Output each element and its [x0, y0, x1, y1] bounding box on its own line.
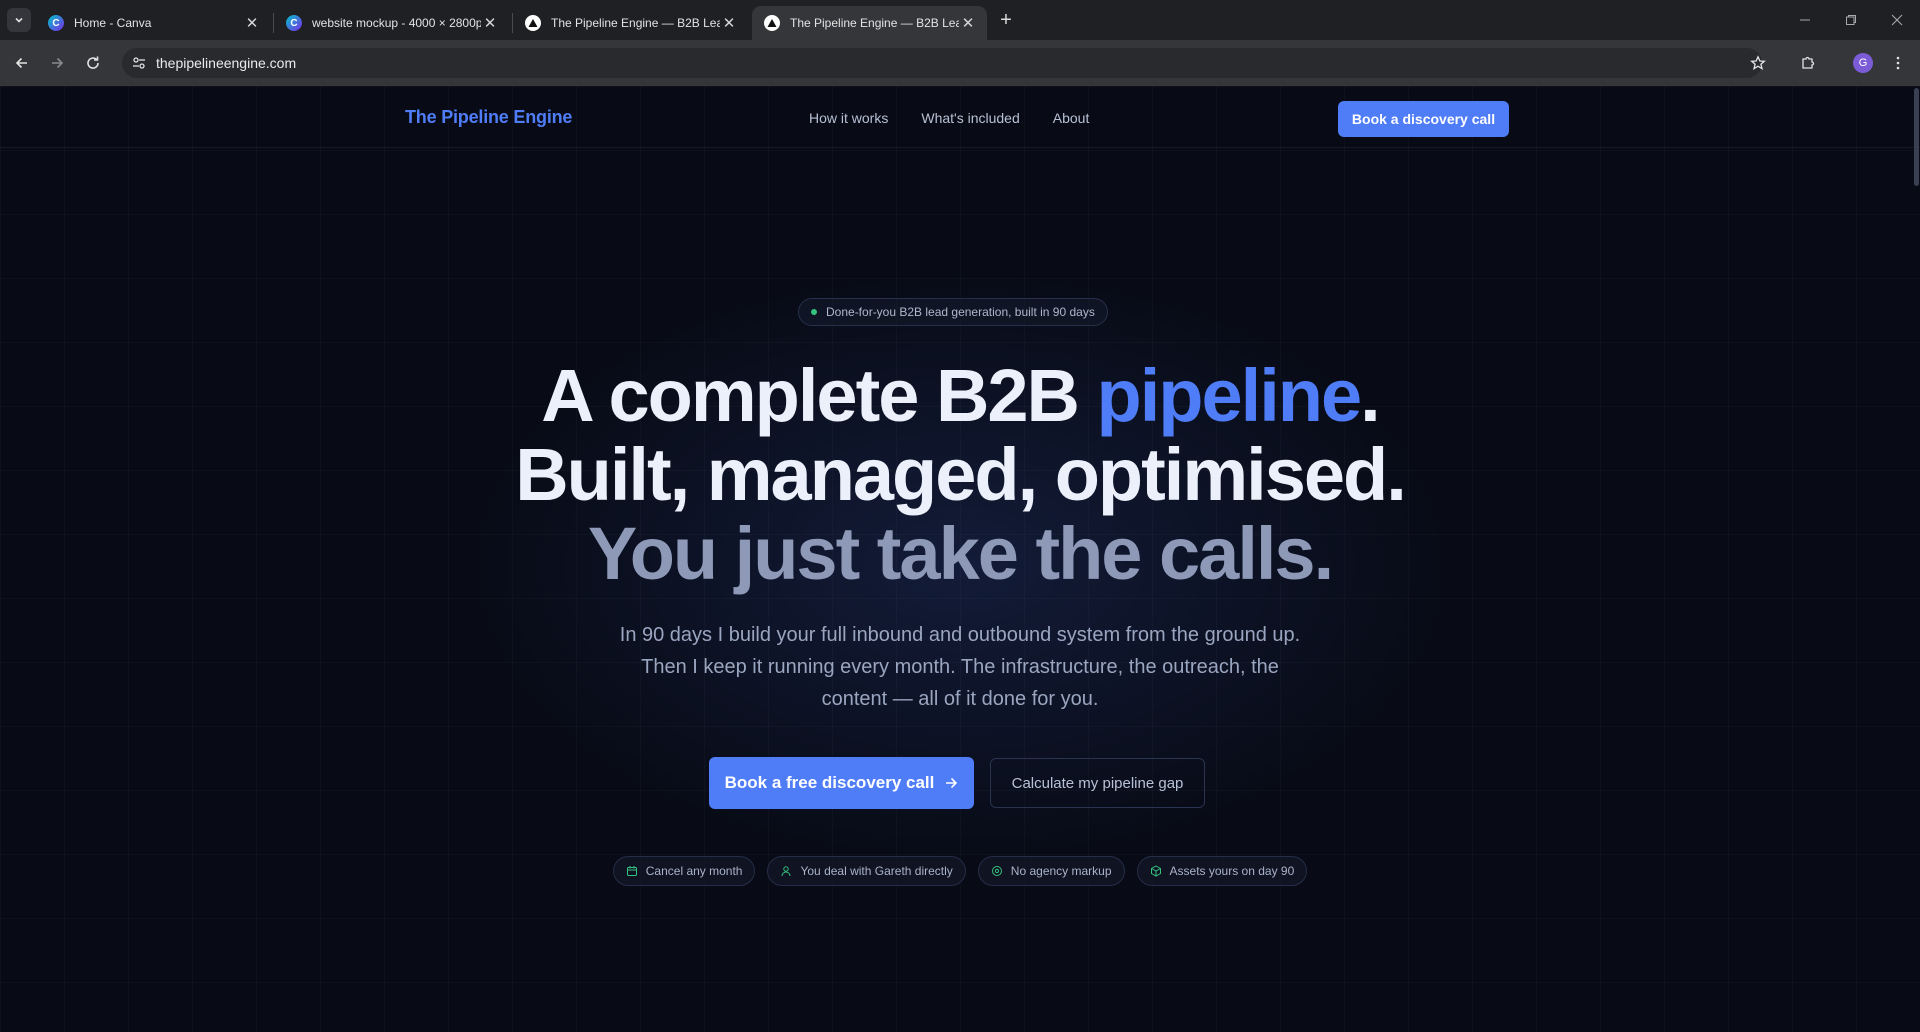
- puzzle-icon: [1802, 56, 1815, 69]
- close-icon: [1891, 14, 1903, 26]
- minimize-icon: [1800, 19, 1810, 21]
- badge-assets-yours: Assets yours on day 90: [1136, 856, 1308, 886]
- triangle-icon: [764, 15, 780, 31]
- tab-title: The Pipeline Engine — B2B Lead: [790, 16, 959, 30]
- triangle-icon: [525, 15, 541, 31]
- tab-title: The Pipeline Engine — B2B Lead: [551, 16, 720, 30]
- badge-label: Assets yours on day 90: [1169, 864, 1295, 878]
- star-icon: [1750, 55, 1766, 70]
- page-scrollbar[interactable]: [1912, 86, 1920, 1032]
- book-free-discovery-call-button[interactable]: Book a free discovery call: [709, 757, 974, 809]
- reload-icon: [87, 56, 99, 69]
- restore-button[interactable]: [1836, 8, 1866, 32]
- site-header: The Pipeline Engine How it works What's …: [0, 86, 1920, 148]
- badge-label: Cancel any month: [645, 864, 743, 878]
- more-vertical-icon: [1896, 56, 1900, 70]
- eyebrow-text: Done-for-you B2B lead generation, built …: [826, 305, 1095, 319]
- headline-line-3: You just take the calls.: [587, 512, 1334, 595]
- headline-line-2: Built, managed, optimised.: [515, 433, 1407, 516]
- cta-label: Book a free discovery call: [724, 773, 935, 792]
- canva-icon: C: [286, 15, 302, 31]
- trust-badges: Cancel any month You deal with Gareth di…: [0, 856, 1920, 886]
- badge-label: No agency markup: [1010, 864, 1112, 878]
- close-icon[interactable]: ✕: [720, 14, 738, 32]
- headline-text: A complete B2B: [541, 354, 1097, 437]
- headline-line-1: A complete B2B pipeline.: [0, 356, 1920, 435]
- avatar: G: [1853, 53, 1873, 73]
- nav-link-about[interactable]: About: [1053, 110, 1090, 126]
- browser-tab-active[interactable]: The Pipeline Engine — B2B Lead ✕: [752, 6, 987, 40]
- coin-icon: [991, 866, 1002, 876]
- close-window-button[interactable]: [1882, 8, 1912, 32]
- nav-link-how-it-works[interactable]: How it works: [809, 110, 888, 126]
- close-icon[interactable]: ✕: [481, 14, 499, 32]
- browser-tab-bar: C Home - Canva ✕ C website mockup - 4000…: [0, 0, 1920, 40]
- reload-button[interactable]: [78, 48, 108, 78]
- nav-link-whats-included[interactable]: What's included: [921, 110, 1019, 126]
- nav-links: How it works What's included About: [809, 110, 1089, 126]
- badge-deal-with-gareth: You deal with Gareth directly: [767, 856, 966, 886]
- person-icon: [781, 866, 791, 877]
- hero-headline: A complete B2B pipeline. Built, managed,…: [0, 356, 1920, 593]
- page-viewport: The Pipeline Engine How it works What's …: [0, 86, 1920, 1032]
- arrow-right-icon: [946, 777, 958, 789]
- status-dot: [811, 309, 817, 315]
- browser-tab[interactable]: C Home - Canva ✕: [36, 6, 271, 40]
- arrow-right-icon: [52, 57, 64, 69]
- book-discovery-call-button[interactable]: Book a discovery call: [1338, 101, 1509, 137]
- close-icon[interactable]: ✕: [243, 14, 261, 32]
- profile-button[interactable]: G: [1848, 48, 1878, 78]
- calendar-icon: [626, 866, 637, 876]
- close-icon[interactable]: ✕: [959, 14, 977, 32]
- site-logo[interactable]: The Pipeline Engine: [405, 107, 572, 128]
- hero-subtext: In 90 days I build your full inbound and…: [619, 624, 1301, 710]
- browser-menu-button[interactable]: [1883, 48, 1913, 78]
- tab-title: website mockup - 4000 × 2800px: [312, 16, 481, 30]
- canva-icon: C: [48, 15, 64, 31]
- package-icon: [1150, 865, 1161, 877]
- browser-tab[interactable]: C website mockup - 4000 × 2800px ✕: [274, 6, 509, 40]
- scrollbar-thumb[interactable]: [1914, 88, 1919, 186]
- badge-label: You deal with Gareth directly: [800, 864, 953, 878]
- badge-no-agency-markup: No agency markup: [977, 856, 1125, 886]
- headline-accent: pipeline: [1096, 354, 1363, 437]
- chevron-down-icon: [15, 17, 23, 23]
- address-bar[interactable]: thepipelineengine.com: [122, 48, 1762, 78]
- back-button[interactable]: [7, 48, 37, 78]
- bookmark-button[interactable]: [1743, 48, 1773, 78]
- tab-search-button[interactable]: [7, 8, 31, 32]
- forward-button[interactable]: [42, 48, 72, 78]
- calculate-pipeline-gap-button[interactable]: Calculate my pipeline gap: [990, 758, 1205, 808]
- url-text: thepipelineengine.com: [156, 55, 297, 71]
- arrow-left-icon: [15, 57, 27, 69]
- new-tab-button[interactable]: +: [995, 9, 1017, 31]
- headline-text: .: [1360, 354, 1381, 437]
- restore-icon: [1846, 15, 1856, 25]
- site-info-icon[interactable]: [124, 48, 154, 78]
- minimize-button[interactable]: [1790, 8, 1820, 32]
- badge-cancel-any-month: Cancel any month: [612, 856, 756, 886]
- eyebrow-pill: Done-for-you B2B lead generation, built …: [798, 298, 1108, 326]
- browser-tab[interactable]: The Pipeline Engine — B2B Lead ✕: [513, 6, 748, 40]
- extensions-button[interactable]: [1793, 48, 1823, 78]
- tab-title: Home - Canva: [74, 16, 152, 30]
- browser-toolbar: thepipelineengine.com G: [0, 40, 1920, 86]
